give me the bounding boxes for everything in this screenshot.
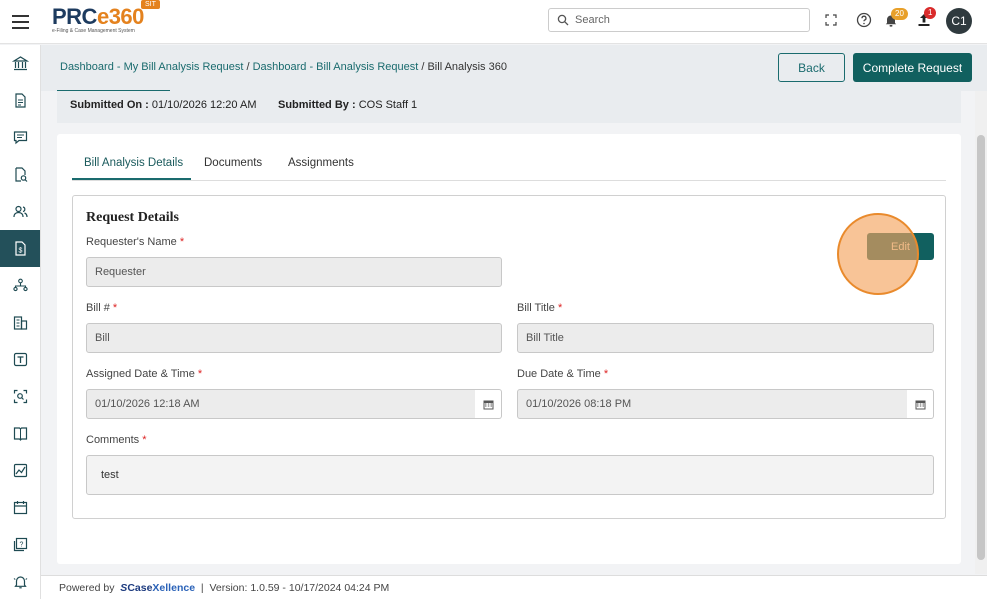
logo-text-b: e360: [96, 4, 144, 29]
submitted-on: Submitted On : 01/10/2026 12:20 AM: [70, 99, 256, 111]
chart-image-icon: [13, 463, 27, 478]
building-icon: [13, 316, 27, 330]
powered-by-text: Powered by: [59, 582, 115, 594]
submitted-by-label: Submitted By :: [278, 99, 356, 111]
submitted-on-value: 01/10/2026 12:20 AM: [151, 99, 257, 111]
bill-title-field[interactable]: Bill Title: [517, 323, 934, 353]
breadcrumb-link-my-bill-analysis[interactable]: Dashboard - My Bill Analysis Request: [60, 61, 243, 73]
back-button[interactable]: Back: [778, 53, 845, 82]
tab-documents[interactable]: Documents: [204, 157, 262, 169]
sidebar-item-text[interactable]: [0, 341, 40, 378]
calendar-icon: [13, 501, 27, 515]
breadcrumb: Dashboard - My Bill Analysis Request / D…: [60, 61, 507, 73]
active-tab-indicator: [72, 178, 191, 180]
hierarchy-icon: [12, 278, 28, 292]
submitted-by: Submitted By : COS Staff 1: [278, 99, 417, 111]
submitted-bar-accent: [57, 90, 170, 91]
sidebar-item-users[interactable]: [0, 193, 40, 230]
edit-button[interactable]: Edit: [867, 233, 934, 260]
assigned-date-calendar-button[interactable]: [475, 389, 502, 419]
tab-bill-analysis-details[interactable]: Bill Analysis Details: [84, 157, 183, 169]
user-avatar[interactable]: C1: [946, 8, 972, 34]
submitted-on-label: Submitted On :: [70, 99, 149, 111]
bill-dollar-icon: $: [14, 241, 26, 256]
section-title: Request Details: [86, 210, 179, 225]
sidebar-item-calendar[interactable]: [0, 489, 40, 526]
request-details-section: Request Details Edit Requester's Name * …: [72, 195, 946, 519]
sidebar-item-alerts[interactable]: [0, 563, 40, 599]
svg-text:$: $: [18, 248, 22, 255]
breadcrumb-link-bill-analysis-request[interactable]: Dashboard - Bill Analysis Request: [253, 61, 419, 73]
version-text: Version: 1.0.59 - 10/17/2024 04:24 PM: [209, 582, 390, 594]
sidebar: $ ?: [0, 45, 41, 599]
requester-name-label: Requester's Name *: [86, 236, 185, 248]
tab-bar: Bill Analysis Details Documents Assignme…: [72, 150, 946, 181]
help-icon[interactable]: [855, 11, 873, 29]
assigned-date-label: Assigned Date & Time *: [86, 368, 203, 380]
search-icon: [557, 14, 569, 26]
sidebar-item-reports[interactable]: [0, 452, 40, 489]
footer: Powered by SCaseXellence | Version: 1.0.…: [41, 575, 987, 599]
search-input[interactable]: [575, 12, 805, 28]
logo-subtitle: e-Filing & Case Management System: [52, 28, 135, 34]
requester-name-field[interactable]: Requester: [86, 257, 502, 287]
calendar-icon: [915, 400, 925, 409]
comments-field[interactable]: test: [86, 455, 934, 495]
sidebar-item-hierarchy[interactable]: [0, 267, 40, 304]
brand-name-b: Xellence: [152, 582, 196, 594]
fullscreen-icon[interactable]: [822, 11, 840, 29]
environment-badge: SIT: [141, 0, 160, 9]
sidebar-item-documents[interactable]: [0, 82, 40, 119]
bell-alert-icon: [13, 576, 27, 589]
bank-icon: [11, 56, 29, 71]
chat-icon: [13, 131, 27, 145]
due-date-label: Due Date & Time *: [517, 368, 609, 380]
assigned-date-field[interactable]: 01/10/2026 12:18 AM: [86, 389, 476, 419]
due-date-calendar-button[interactable]: [907, 389, 934, 419]
breadcrumb-bar: Dashboard - My Bill Analysis Request / D…: [41, 45, 987, 91]
text-box-icon: [13, 352, 27, 367]
bill-title-label: Bill Title *: [517, 302, 563, 314]
calendar-icon: [483, 400, 493, 409]
sidebar-item-messages[interactable]: [0, 119, 40, 156]
document-search-icon: [14, 167, 27, 182]
users-icon: [12, 205, 28, 218]
complete-request-button[interactable]: Complete Request: [853, 53, 972, 82]
bill-number-label: Bill # *: [86, 302, 118, 314]
upload-count-badge: 1: [924, 7, 937, 19]
page-scrollbar[interactable]: [975, 91, 987, 574]
breadcrumb-current: Bill Analysis 360: [427, 61, 507, 73]
notification-count-badge: 20: [891, 8, 908, 20]
help-copy-icon: ?: [13, 537, 27, 552]
book-icon: [13, 427, 27, 441]
breadcrumb-separator: /: [243, 61, 253, 73]
tab-assignments[interactable]: Assignments: [288, 157, 354, 169]
scan-search-icon: [13, 389, 27, 404]
logo-text-a: PRC: [52, 4, 97, 29]
brand-name-a: Case: [127, 582, 153, 594]
scrollbar-thumb[interactable]: [977, 135, 985, 560]
svg-text:?: ?: [19, 542, 23, 549]
sidebar-item-help[interactable]: ?: [0, 526, 40, 563]
hamburger-menu-icon[interactable]: [12, 15, 29, 29]
sidebar-item-scan[interactable]: [0, 378, 40, 415]
due-date-field[interactable]: 01/10/2026 08:18 PM: [517, 389, 908, 419]
sidebar-item-document-search[interactable]: [0, 156, 40, 193]
document-icon: [14, 93, 26, 108]
main-card: Bill Analysis Details Documents Assignme…: [57, 134, 961, 564]
footer-separator: |: [200, 582, 204, 594]
sidebar-item-bank[interactable]: [0, 45, 40, 82]
submitted-by-value: COS Staff 1: [358, 99, 418, 111]
sidebar-item-bill-analysis[interactable]: $: [0, 230, 40, 267]
app-logo[interactable]: PRCe360 e-Filing & Case Management Syste…: [52, 4, 144, 35]
bill-number-field[interactable]: Bill: [86, 323, 502, 353]
sidebar-item-book[interactable]: [0, 415, 40, 452]
sidebar-item-buildings[interactable]: [0, 304, 40, 341]
search-box[interactable]: [548, 8, 810, 32]
top-bar: PRCe360 e-Filing & Case Management Syste…: [0, 0, 987, 44]
comments-label: Comments *: [86, 434, 147, 446]
